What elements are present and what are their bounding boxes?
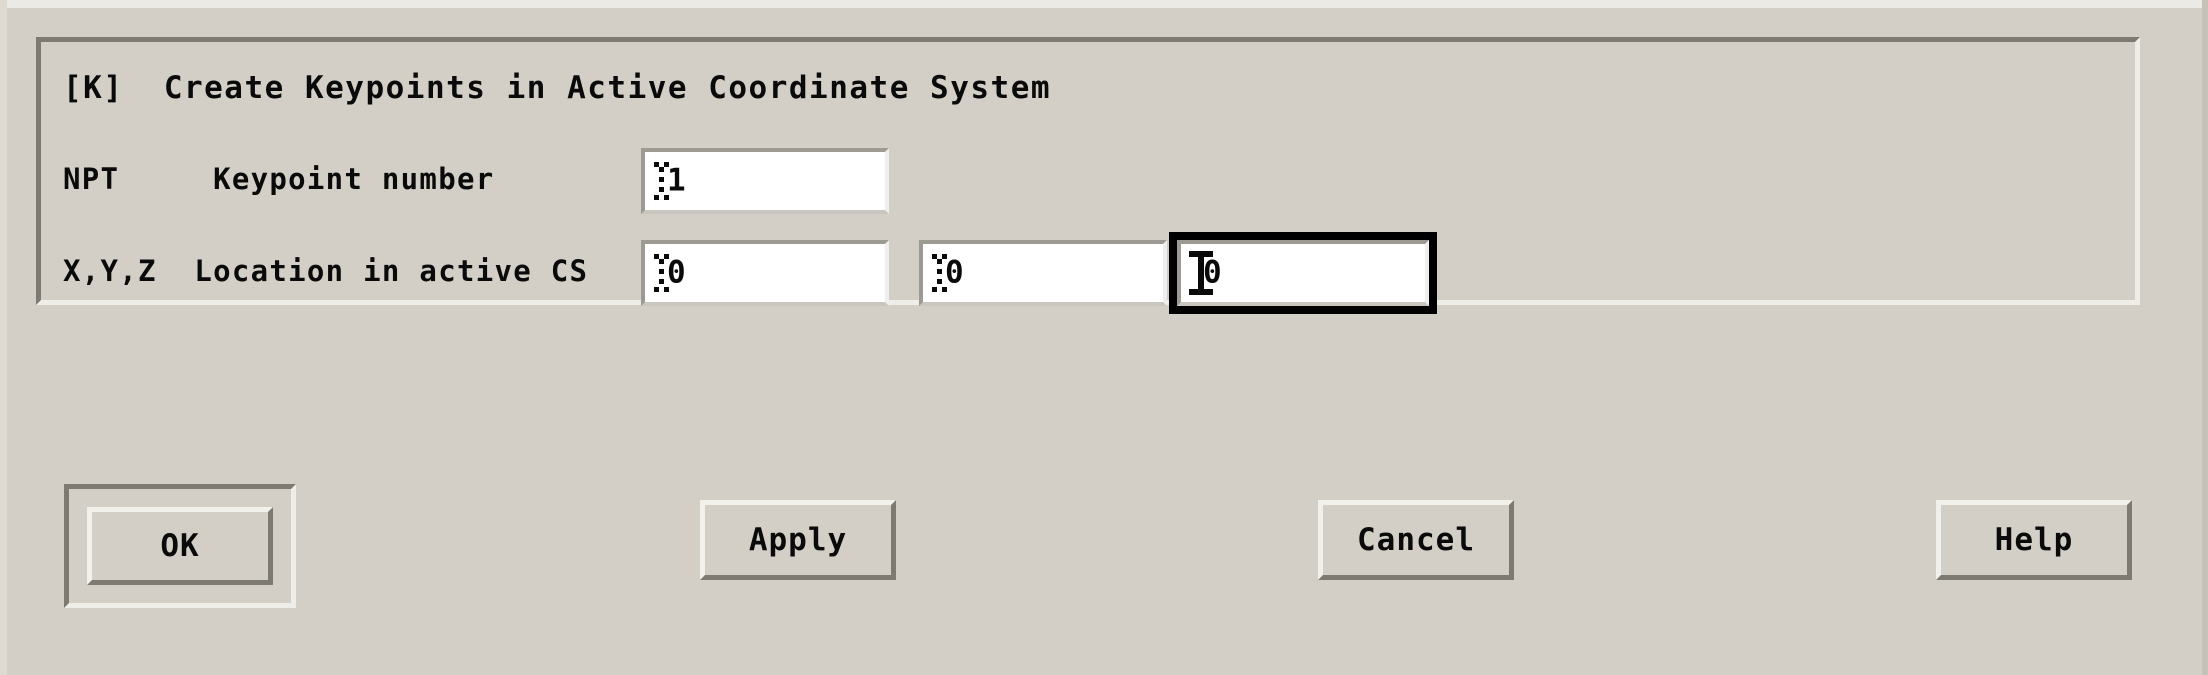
npt-keypoint-number-input[interactable]: 1 xyxy=(641,148,889,214)
apply-button-label: Apply xyxy=(748,522,848,558)
dialog-title: [K] Create Keypoints in Active Coordinat… xyxy=(63,70,1052,106)
cancel-button-label: Cancel xyxy=(1357,522,1475,558)
z-location-input[interactable]: 0 xyxy=(1177,240,1429,306)
window-left-bevel xyxy=(0,0,7,675)
field-row-npt: NPT Keypoint number 1 xyxy=(41,140,2135,220)
cancel-button[interactable]: Cancel xyxy=(1318,500,1514,580)
window-right-bevel xyxy=(2202,0,2208,675)
y-input-value: 0 xyxy=(945,254,964,291)
dialog-window: [K] Create Keypoints in Active Coordinat… xyxy=(0,0,2208,675)
npt-input-value: 1 xyxy=(667,162,686,199)
z-location-focus-frame: 0 xyxy=(1169,232,1437,314)
label-npt: NPT Keypoint number xyxy=(63,162,495,196)
apply-button[interactable]: Apply xyxy=(700,500,896,580)
ok-default-button-frame: OK xyxy=(64,484,296,608)
field-group-frame: [K] Create Keypoints in Active Coordinat… xyxy=(36,37,2140,314)
field-row-xyz: X,Y,Z Location in active CS 0 0 0 xyxy=(41,232,2135,314)
help-button[interactable]: Help xyxy=(1936,500,2132,580)
ok-button[interactable]: OK xyxy=(87,507,273,585)
y-location-input[interactable]: 0 xyxy=(919,240,1167,306)
window-top-bevel xyxy=(0,0,2208,8)
z-input-value: 0 xyxy=(1203,254,1222,291)
x-input-value: 0 xyxy=(667,254,686,291)
x-location-input[interactable]: 0 xyxy=(641,240,889,306)
help-button-label: Help xyxy=(1994,522,2074,558)
label-xyz: X,Y,Z Location in active CS xyxy=(63,254,589,288)
ok-button-label: OK xyxy=(160,528,200,564)
